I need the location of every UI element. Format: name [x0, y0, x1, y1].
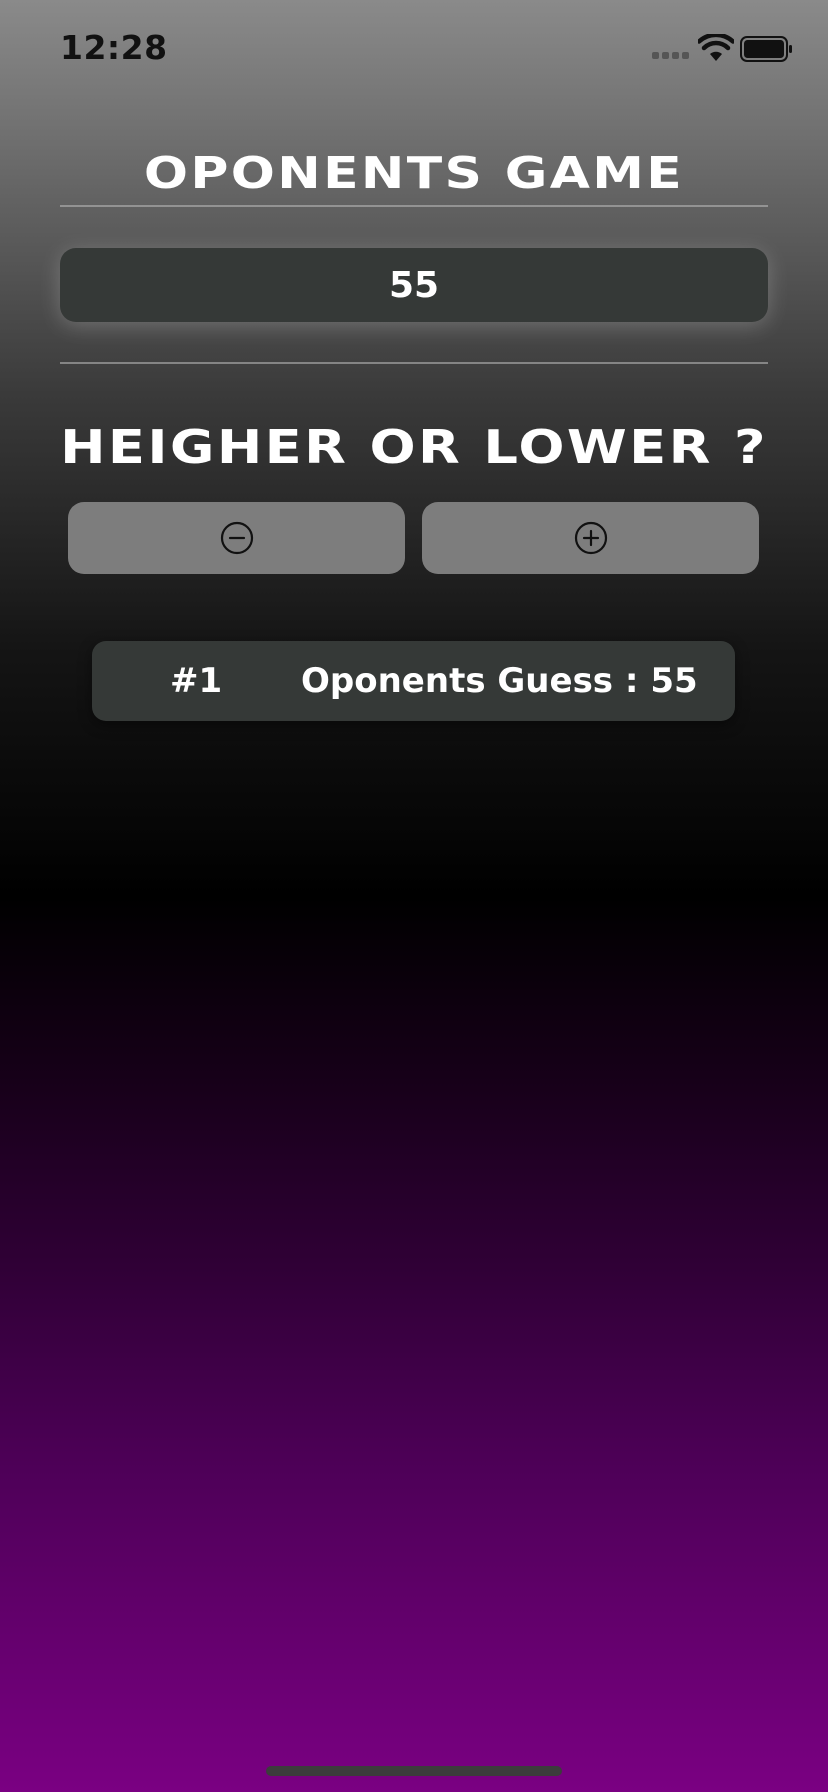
status-time: 12:28 — [60, 28, 168, 67]
current-guess-value: 55 — [388, 264, 440, 306]
plus-circle-icon — [574, 521, 607, 555]
battery-icon — [740, 36, 792, 62]
current-guess-display: 55 — [60, 248, 768, 322]
home-indicator[interactable] — [266, 1766, 562, 1776]
higher-or-lower-heading: HEIGHER OR LOWER ? — [60, 420, 768, 474]
minus-circle-icon — [220, 521, 253, 555]
divider — [60, 362, 768, 364]
higher-button[interactable] — [422, 502, 759, 574]
cellular-signal-icon — [652, 52, 689, 59]
opponent-guess-text: Oponents Guess : 55 — [301, 661, 698, 701]
page-title: OPONENTS GAME — [143, 148, 685, 199]
guess-round-number: #1 — [170, 661, 223, 701]
guess-log-item: #1 Oponents Guess : 55 — [92, 641, 735, 721]
game-screen: 12:28 OPONENTS GAME 55 HEIGHER OR LOWER … — [0, 0, 828, 1792]
wifi-icon — [698, 34, 734, 61]
lower-button[interactable] — [68, 502, 405, 574]
divider — [60, 205, 768, 207]
